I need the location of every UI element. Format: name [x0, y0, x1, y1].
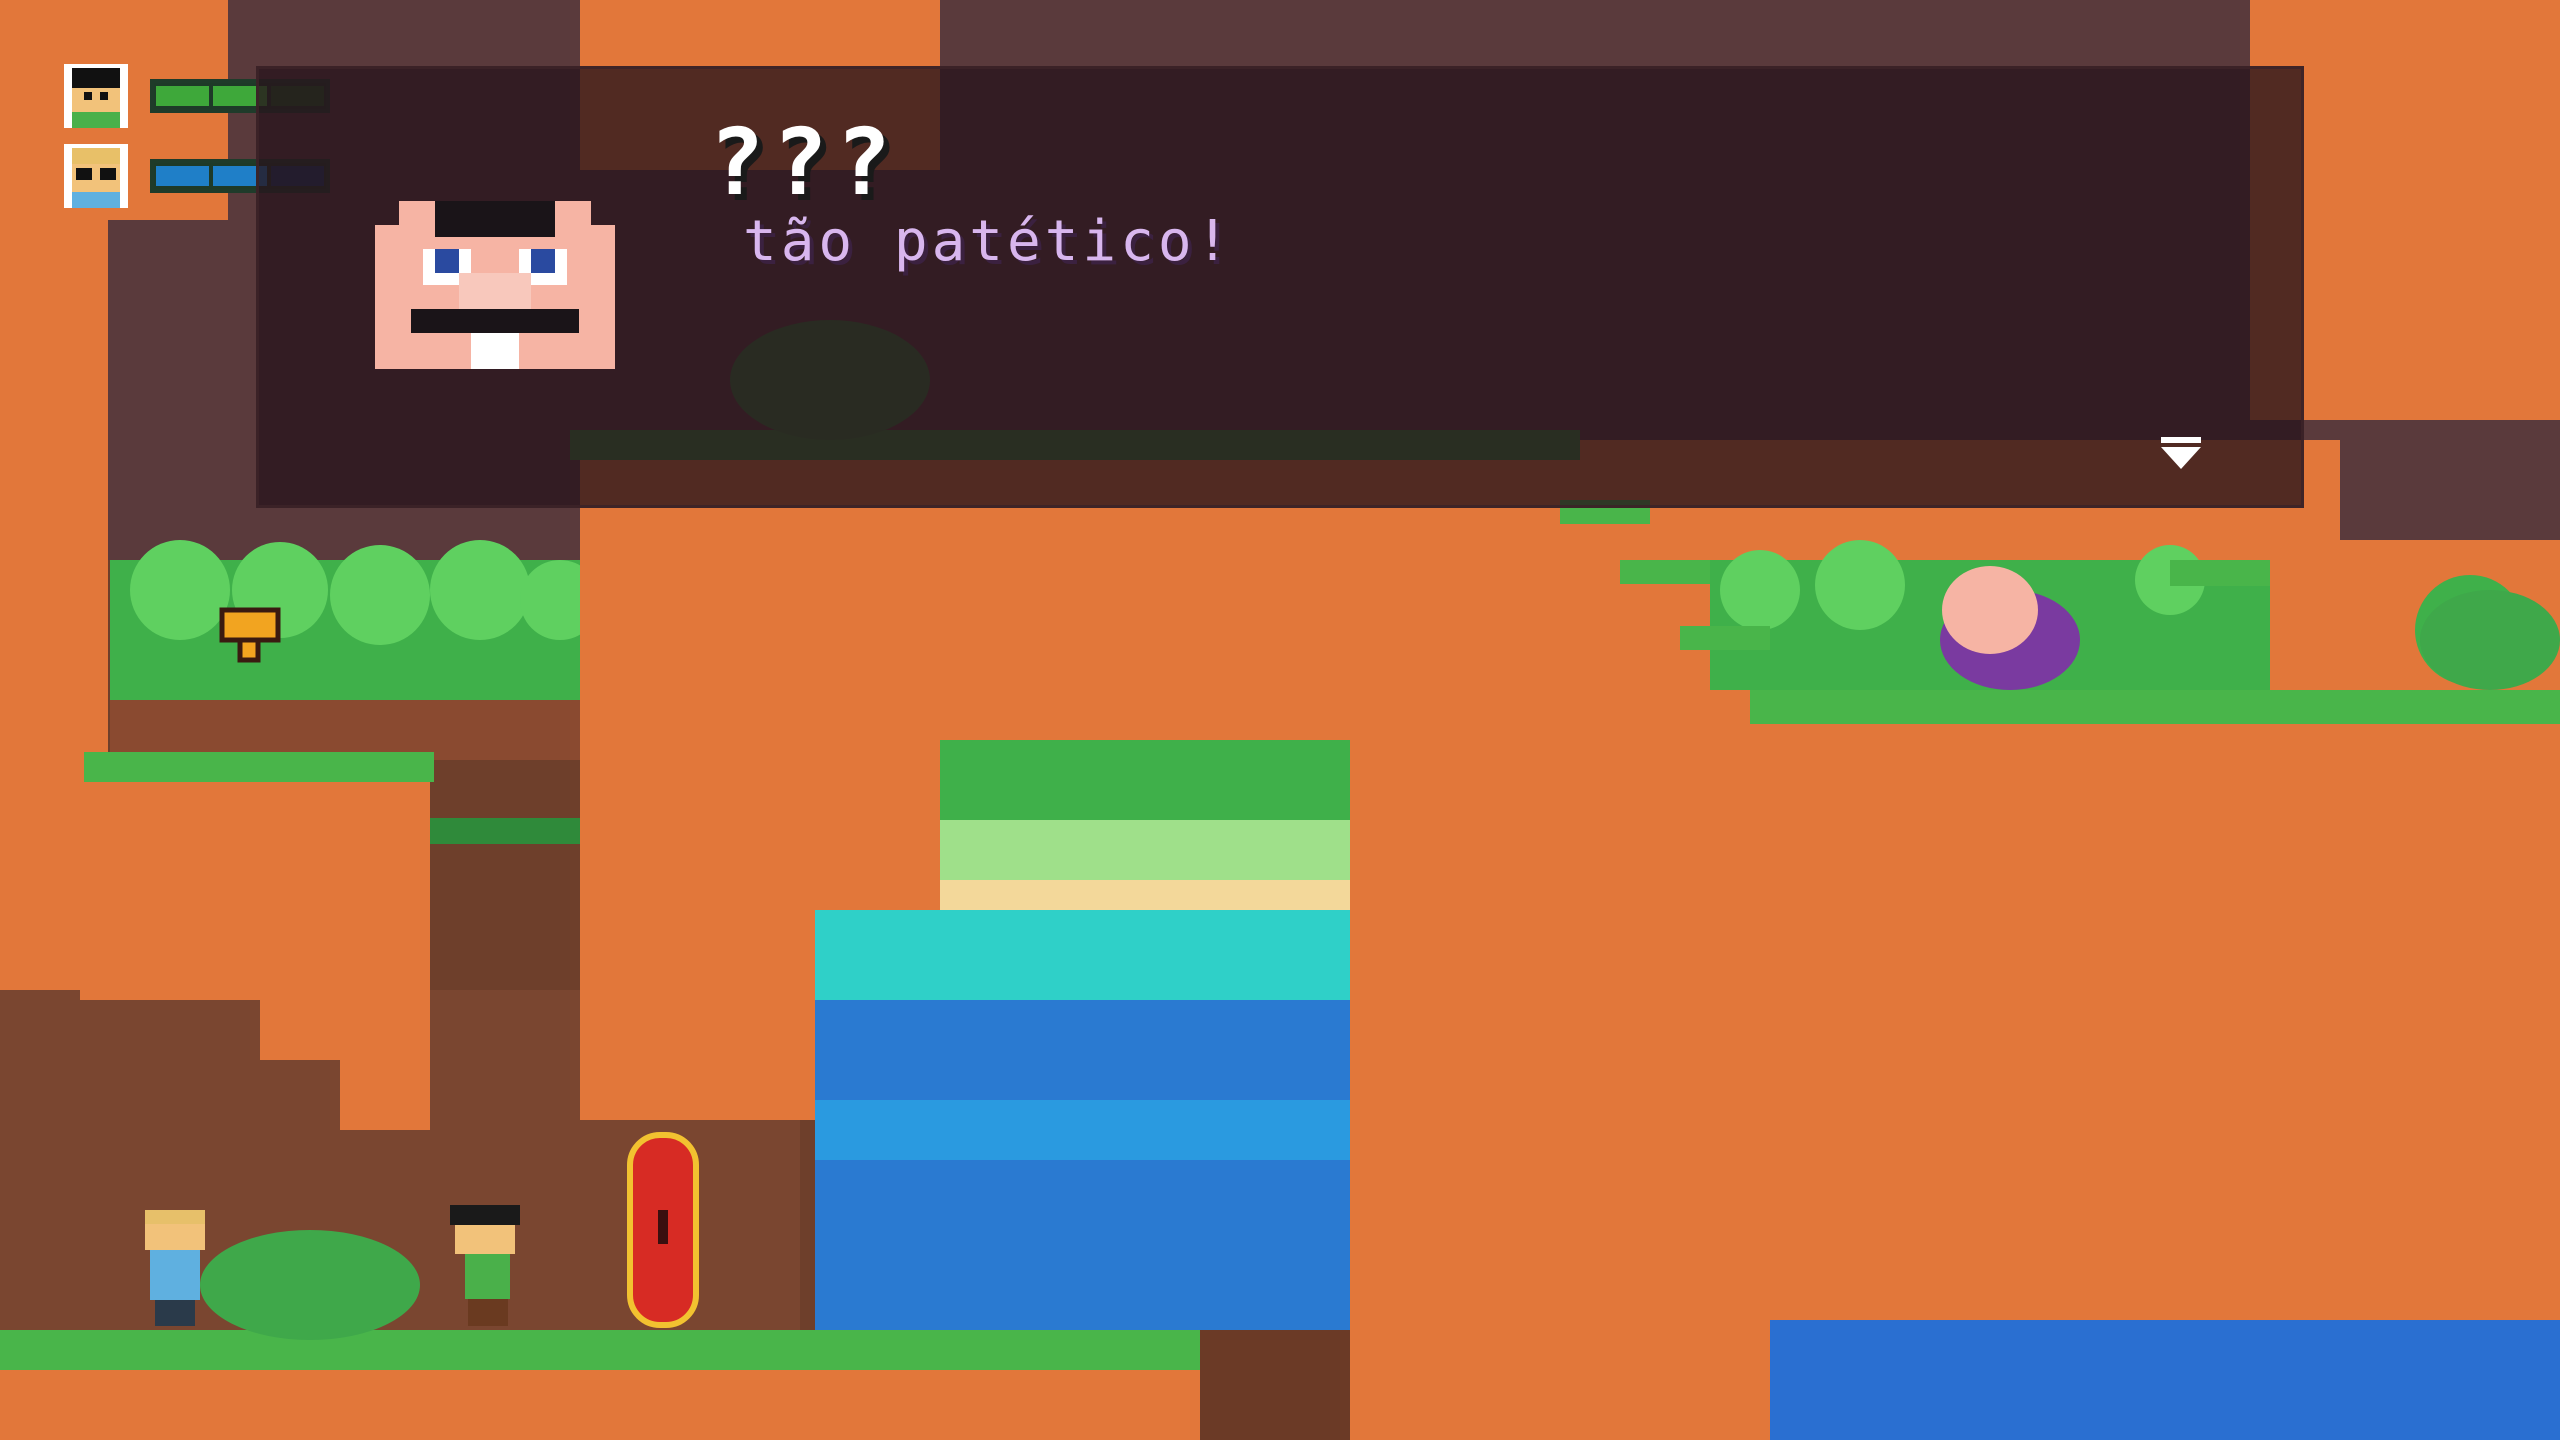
- dialog-speaker-name: ???: [709, 109, 900, 216]
- game-scene: ??? tão patético!: [0, 0, 2560, 1440]
- health-segment: [156, 86, 210, 106]
- advance-arrow-icon[interactable]: [2161, 437, 2201, 469]
- energy-segment: [156, 166, 210, 186]
- boy-black-hair-portrait-icon: [64, 64, 128, 128]
- dialog-text: tão patético!: [743, 209, 1234, 274]
- forest-left: [110, 540, 600, 760]
- dialog-box[interactable]: ??? tão patético!: [256, 66, 2304, 508]
- bald-old-man-portrait-icon: [375, 201, 615, 369]
- boy-blonde-glasses-portrait-icon: [64, 144, 128, 208]
